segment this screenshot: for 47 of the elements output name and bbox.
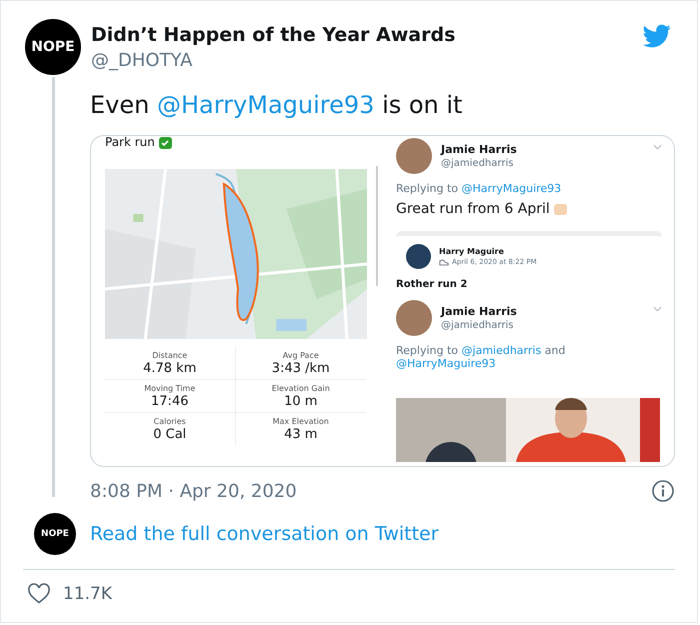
chevron-icon[interactable]: [653, 306, 662, 312]
like-count: 11.7K: [63, 584, 112, 604]
stat-label: Elevation Gain: [270, 384, 331, 393]
user-handle[interactable]: @jamiedharris: [441, 320, 644, 331]
heart-icon[interactable]: [27, 582, 51, 606]
avatar: [406, 244, 431, 269]
media-image[interactable]: [90, 135, 675, 467]
tweet-text: Even @HarryMaguire93 is on it: [90, 91, 464, 119]
stat-value: 4.78 km: [142, 361, 198, 376]
info-icon[interactable]: [651, 479, 675, 503]
stat-value: 0 Cal: [152, 427, 188, 442]
avatar[interactable]: NOPE: [25, 19, 81, 75]
stat-label: Max Elevation: [272, 417, 330, 426]
conversation-link[interactable]: Read the full conversation on Twitter: [90, 523, 439, 545]
account-name[interactable]: Didn’t Happen of the Year Awards: [91, 24, 631, 46]
stat-value: 10 m: [283, 394, 318, 409]
user-name[interactable]: Jamie Harris: [441, 305, 644, 318]
bird-icon[interactable]: [641, 22, 673, 50]
activity-title: Park run: [91, 136, 376, 149]
stat-value: 17:46: [150, 394, 190, 409]
avatar-text: NOPE: [31, 39, 75, 55]
shoe-icon: [439, 258, 449, 266]
user-handle[interactable]: @jamiedharris: [441, 158, 644, 169]
avatar[interactable]: [396, 138, 432, 174]
avatar[interactable]: NOPE: [34, 513, 76, 555]
account-handle[interactable]: @_DHOTYA: [91, 50, 631, 71]
stat-value: 43 m: [283, 427, 318, 442]
mention-link[interactable]: @HarryMaguire93: [462, 182, 562, 195]
activity-title: Rother run 2: [396, 279, 468, 290]
tweet-timestamp[interactable]: 8:08 PM · Apr 20, 2020: [90, 480, 297, 502]
stat-label: Avg Pace: [282, 351, 320, 360]
stat-value: 3:43 /km: [270, 361, 331, 376]
stat-label: Calories: [152, 417, 187, 426]
check-icon: [158, 136, 172, 148]
reply-text: Great run from 6 April: [396, 201, 550, 217]
avatar-text: NOPE: [41, 529, 69, 539]
user-name: Harry Maguire: [439, 247, 505, 256]
stat-label: Moving Time: [143, 384, 196, 393]
stat-label: Distance: [151, 351, 188, 360]
replying-text: Replying to @jamiedharris and @HarryMaguire93: [396, 344, 566, 370]
mention-link[interactable]: @jamiedharris: [462, 344, 542, 357]
mention-link[interactable]: @HarryMaguire93: [396, 357, 496, 370]
mention-link[interactable]: @HarryMaguire93: [156, 91, 374, 119]
replying-text: Replying to @HarryMaguire93: [396, 182, 562, 195]
chevron-icon[interactable]: [653, 144, 662, 150]
user-name[interactable]: Jamie Harris: [441, 143, 644, 156]
avatar[interactable]: [396, 300, 432, 336]
